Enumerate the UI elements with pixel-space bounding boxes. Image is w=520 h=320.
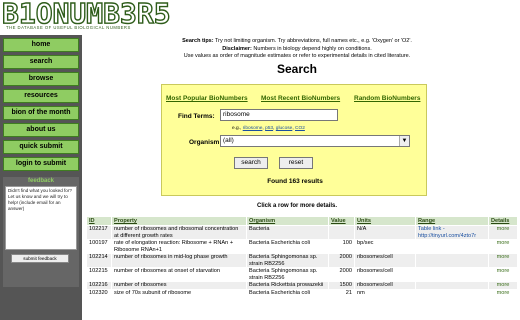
column-header-units[interactable]: Units	[354, 216, 416, 226]
chevron-down-icon[interactable]: ▼	[399, 136, 409, 146]
cell-range	[415, 281, 489, 290]
feedback-panel: feedback Didn't find what you looked for…	[3, 177, 79, 287]
table-row[interactable]: 102216 number of ribosomes Bacteria Rick…	[86, 281, 518, 290]
tab-random[interactable]: Random BioNumbers	[354, 95, 420, 102]
example-link-glucose[interactable]: glucose	[276, 126, 293, 131]
cell-organism: Bacteria	[246, 225, 329, 240]
cell-value: 2000	[328, 267, 355, 282]
organism-select[interactable]: (all) ▼	[220, 135, 410, 147]
submit-feedback-button[interactable]: submit feedback	[11, 254, 69, 263]
tips-label: Search tips:	[182, 38, 214, 44]
cell-property: number of ribosomes in mid-log phase gro…	[111, 253, 247, 268]
cell-units: ribosomes/cell	[354, 267, 416, 282]
cell-range[interactable]: Table link - http://tinyurl.com/4zto7r	[415, 225, 489, 240]
cell-id: 102215	[86, 267, 112, 282]
nav-browse[interactable]: browse	[3, 72, 79, 86]
more-link[interactable]: more	[488, 288, 518, 297]
page-title: Search	[276, 62, 318, 76]
cell-property: number of ribosomes at onset of starvati…	[111, 267, 247, 282]
cell-organism: Bacteria Escherichia coli	[246, 288, 329, 297]
cell-range	[415, 288, 489, 297]
table-row[interactable]: 102214 number of ribosomes in mid-log ph…	[86, 253, 518, 268]
search-panel: Most Popular BioNumbers Most Recent BioN…	[161, 84, 427, 196]
cell-range	[415, 267, 489, 282]
nav-bion-of-the-month[interactable]: bion of the month	[3, 106, 79, 120]
site-logo[interactable]: B1ONUMB3R5 THE DATABASE OF USEFUL BIOLOG…	[1, 0, 242, 33]
cell-units: bp/sec	[354, 239, 416, 254]
table-row[interactable]: 100197 rate of elongation reaction: Ribo…	[86, 239, 518, 254]
cell-property: number of ribosomes	[111, 281, 247, 290]
example-link-ribosome[interactable]: ribosome	[243, 126, 263, 131]
cell-id: 102216	[86, 281, 112, 290]
reset-button[interactable]: reset	[279, 157, 313, 169]
tips-text: Try not limiting organism. Try abbreviat…	[215, 38, 412, 44]
cell-value: 100	[328, 239, 355, 254]
example-link-p53[interactable]: p53	[265, 126, 273, 131]
organism-label: Organism:	[189, 139, 222, 146]
column-header-details[interactable]: Details	[488, 216, 518, 226]
column-header-range[interactable]: Range	[415, 216, 489, 226]
nav-resources[interactable]: resources	[3, 89, 79, 103]
disclaimer-label: Disclaimer:	[222, 45, 252, 52]
organism-select-value: (all)	[223, 137, 234, 144]
sidebar: home search browse resources bion of the…	[0, 35, 82, 320]
more-link[interactable]: more	[488, 225, 518, 240]
cell-property: number of ribosomes and ribosomal concen…	[111, 225, 247, 240]
nav-home[interactable]: home	[3, 38, 79, 52]
cell-organism: Bacteria Sphingomonas sp. strain RB2256	[246, 267, 329, 282]
cell-id: 102214	[86, 253, 112, 268]
cell-property: size of 70s subunit of ribosome	[111, 288, 247, 297]
tab-most-popular[interactable]: Most Popular BioNumbers	[166, 95, 248, 102]
tab-most-recent[interactable]: Most Recent BioNumbers	[261, 95, 340, 102]
cell-units: N/A	[354, 225, 416, 240]
results-table: ID Property Organism Value Units Range D…	[86, 216, 518, 297]
results-count: Found 163 results	[267, 178, 323, 185]
column-header-organism[interactable]: Organism	[246, 216, 329, 226]
table-row[interactable]: 102320 size of 70s subunit of ribosome B…	[86, 288, 518, 297]
usage-note: Use values as order of magnitude estimat…	[183, 53, 411, 59]
cell-range	[415, 253, 489, 268]
example-link-co2[interactable]: CO2	[295, 126, 305, 131]
cell-value: 21	[328, 288, 355, 297]
cell-range	[415, 239, 489, 254]
nav-search[interactable]: search	[3, 55, 79, 69]
click-row-hint: Click a row for more details.	[256, 203, 338, 209]
more-link[interactable]: more	[488, 281, 518, 290]
cell-id: 102217	[86, 225, 112, 240]
more-link[interactable]: more	[488, 267, 518, 282]
cell-organism: Bacteria Rickettsia prowazekii	[246, 281, 329, 290]
search-tips: Search tips: Try not limiting organism. …	[90, 38, 504, 61]
search-button[interactable]: search	[234, 157, 268, 169]
cell-value: 2000	[328, 253, 355, 268]
nav-login-to-submit[interactable]: login to submit	[3, 157, 79, 171]
find-terms-label: Find Terms:	[178, 113, 215, 120]
find-terms-input[interactable]: ribosome	[220, 109, 338, 121]
disclaimer-text: Numbers in biology depend highly on cond…	[253, 45, 372, 52]
cell-organism: Bacteria Escherichia coli	[246, 239, 329, 254]
cell-id: 100197	[86, 239, 112, 254]
feedback-title: feedback	[27, 178, 54, 184]
cell-property: rate of elongation reaction: Ribosome + …	[111, 239, 247, 254]
table-row[interactable]: 102217 number of ribosomes and ribosomal…	[86, 225, 518, 240]
feedback-textarea[interactable]: Didn't find what you looked for? Let us …	[5, 186, 77, 250]
nav-quick-submit[interactable]: quick submit	[3, 140, 79, 154]
cell-units: ribosomes/cell	[354, 281, 416, 290]
table-row[interactable]: 102215 number of ribosomes at onset of s…	[86, 267, 518, 282]
eg-prefix: e.g.,	[232, 126, 242, 131]
more-link[interactable]: more	[488, 253, 518, 268]
column-header-property[interactable]: Property	[111, 216, 247, 226]
column-header-value[interactable]: Value	[328, 216, 355, 226]
cell-id: 102320	[86, 288, 112, 297]
more-link[interactable]: more	[488, 239, 518, 254]
nav-about-us[interactable]: about us	[3, 123, 79, 137]
logo-tagline: THE DATABASE OF USEFUL BIOLOGICAL NUMBER…	[6, 25, 131, 30]
table-header-row: ID Property Organism Value Units Range D…	[86, 216, 518, 226]
example-terms: e.g., ribosome, p53, glucose, CO2	[232, 126, 305, 131]
cell-units: ribosomes/cell	[354, 253, 416, 268]
cell-organism: Bacteria Sphingomonas sp. strain RB2256	[246, 253, 329, 268]
column-header-id[interactable]: ID	[86, 216, 112, 226]
cell-value	[328, 225, 355, 240]
cell-units: nm	[354, 288, 416, 297]
cell-value: 1500	[328, 281, 355, 290]
